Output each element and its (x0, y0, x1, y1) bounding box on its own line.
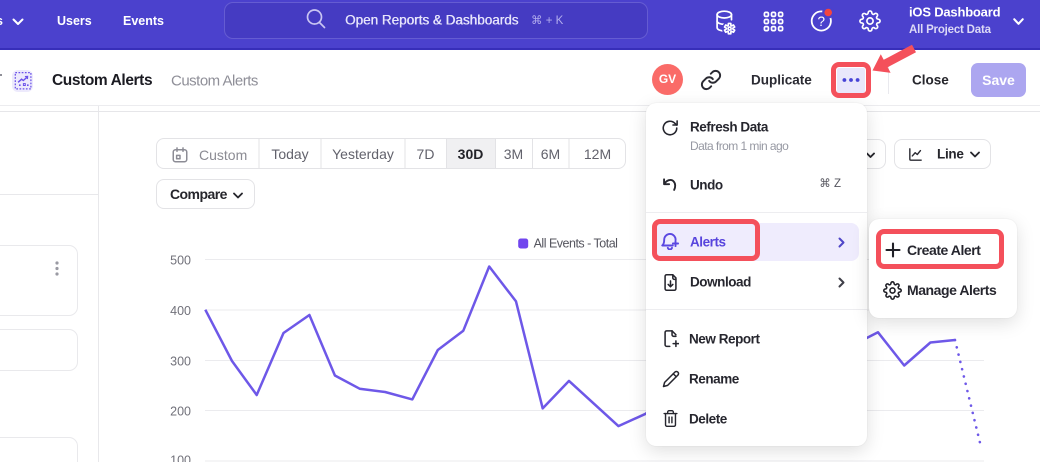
svg-text:400: 400 (170, 304, 191, 318)
svg-text:300: 300 (170, 355, 191, 369)
svg-text:200: 200 (170, 405, 191, 419)
svg-text:500: 500 (170, 254, 191, 268)
svg-text:All Events - Total: All Events - Total (534, 237, 618, 251)
svg-text:100: 100 (170, 454, 191, 462)
